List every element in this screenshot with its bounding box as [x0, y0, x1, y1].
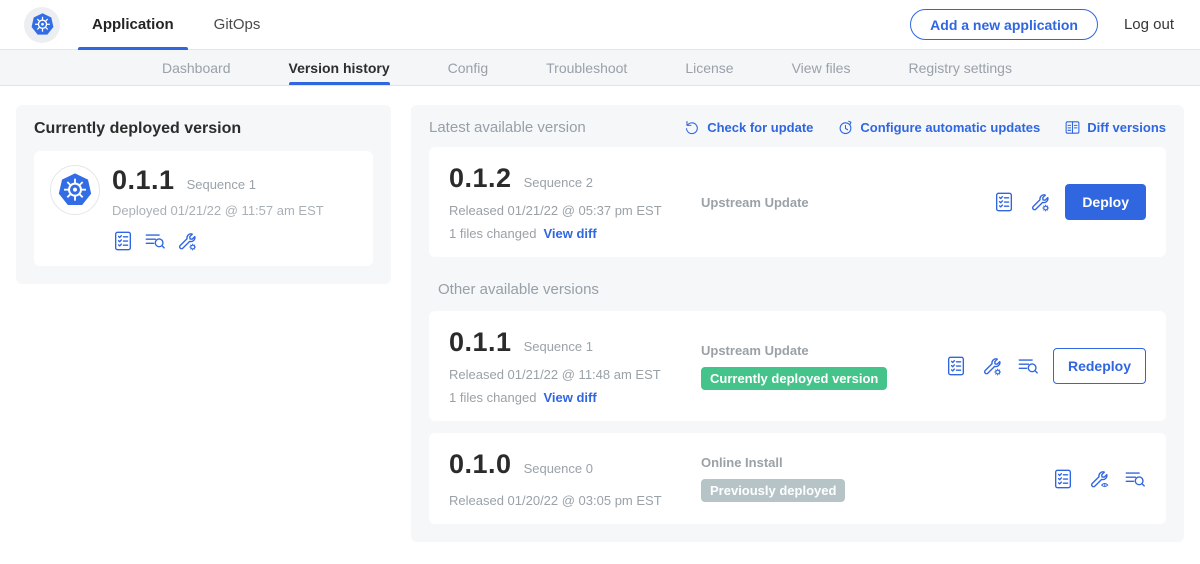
currently-deployed-card: Currently deployed version 0.1.1 Sequenc… [16, 105, 391, 284]
app-icon-badge [50, 165, 100, 215]
top-header: Application GitOps Add a new application… [0, 0, 1200, 50]
add-application-button[interactable]: Add a new application [910, 9, 1098, 40]
preflight-checks-icon[interactable] [112, 230, 134, 252]
version-number: 0.1.2 [449, 163, 512, 194]
other-versions-title: Other available versions [438, 281, 1166, 298]
deployed-version-number: 0.1.1 [112, 165, 175, 196]
edit-config-icon[interactable] [981, 355, 1003, 377]
tab-registry-settings[interactable]: Registry settings [908, 50, 1011, 85]
tab-application[interactable]: Application [92, 0, 174, 50]
check-for-update-link[interactable]: Check for update [684, 119, 813, 136]
view-config-icon[interactable] [1088, 468, 1110, 490]
tab-license[interactable]: License [685, 50, 733, 85]
redeploy-button[interactable]: Redeploy [1053, 348, 1146, 384]
latest-available-title: Latest available version [429, 119, 586, 136]
released-timestamp: Released 01/21/22 @ 11:48 am EST [449, 367, 701, 382]
preflight-checks-icon[interactable] [945, 355, 967, 377]
app-logo [24, 7, 60, 43]
version-number: 0.1.1 [449, 327, 512, 358]
currently-deployed-badge: Currently deployed version [701, 367, 887, 390]
app-subnav: Dashboard Version history Config Trouble… [0, 50, 1200, 86]
tab-config[interactable]: Config [448, 50, 488, 85]
available-actions: Check for update Configure automatic upd… [684, 119, 1166, 136]
edit-config-icon[interactable] [176, 230, 198, 252]
version-row-0-1-2: 0.1.2 Sequence 2 Released 01/21/22 @ 05:… [429, 147, 1166, 257]
main-content: Currently deployed version 0.1.1 Sequenc… [0, 86, 1200, 561]
kubernetes-logo-icon [29, 11, 56, 38]
kubernetes-logo-icon [55, 170, 95, 210]
deployed-timestamp: Deployed 01/21/22 @ 11:57 am EST [112, 203, 324, 218]
currently-deployed-title: Currently deployed version [34, 120, 373, 138]
version-actions [1052, 468, 1146, 490]
tab-gitops[interactable]: GitOps [214, 0, 261, 50]
edit-config-icon[interactable] [1029, 191, 1051, 213]
diff-versions-label: Diff versions [1087, 120, 1166, 135]
schedule-update-icon [837, 119, 854, 136]
configure-automatic-updates-label: Configure automatic updates [860, 120, 1040, 135]
source-label: Online Install [701, 455, 1052, 470]
version-source: Upstream Update Currently deployed versi… [701, 343, 945, 390]
version-info: 0.1.0 Sequence 0 Released 01/20/22 @ 03:… [449, 449, 701, 508]
deploy-logs-icon[interactable] [1017, 355, 1039, 377]
deployed-sequence-label: Sequence 1 [187, 177, 256, 192]
sequence-label: Sequence 1 [524, 339, 593, 354]
version-row-0-1-1: 0.1.1 Sequence 1 Released 01/21/22 @ 11:… [429, 311, 1166, 421]
configure-automatic-updates-link[interactable]: Configure automatic updates [837, 119, 1040, 136]
view-diff-link[interactable]: View diff [543, 226, 596, 241]
version-source: Upstream Update [701, 195, 993, 210]
preflight-checks-icon[interactable] [1052, 468, 1074, 490]
diff-icon [1064, 119, 1081, 136]
previously-deployed-badge: Previously deployed [701, 479, 845, 502]
version-source: Online Install Previously deployed [701, 455, 1052, 502]
refresh-icon [684, 119, 701, 136]
deploy-logs-icon[interactable] [1124, 468, 1146, 490]
released-timestamp: Released 01/20/22 @ 03:05 pm EST [449, 493, 701, 508]
deployed-version-info: 0.1.1 Sequence 1 Deployed 01/21/22 @ 11:… [112, 165, 324, 252]
deployed-version-card: 0.1.1 Sequence 1 Deployed 01/21/22 @ 11:… [34, 151, 373, 266]
source-label: Upstream Update [701, 343, 945, 358]
version-row-0-1-0: 0.1.0 Sequence 0 Released 01/20/22 @ 03:… [429, 433, 1166, 524]
diff-versions-link[interactable]: Diff versions [1064, 119, 1166, 136]
view-diff-link[interactable]: View diff [543, 390, 596, 405]
logout-button[interactable]: Log out [1124, 16, 1174, 33]
files-changed-label: 1 files changed [449, 226, 536, 241]
files-changed-label: 1 files changed [449, 390, 536, 405]
deploy-button[interactable]: Deploy [1065, 184, 1146, 220]
released-timestamp: Released 01/21/22 @ 05:37 pm EST [449, 203, 701, 218]
version-number: 0.1.0 [449, 449, 512, 480]
preflight-checks-icon[interactable] [993, 191, 1015, 213]
version-info: 0.1.1 Sequence 1 Released 01/21/22 @ 11:… [449, 327, 701, 405]
tab-version-history[interactable]: Version history [289, 50, 390, 85]
sequence-label: Sequence 2 [524, 175, 593, 190]
version-actions: Deploy [993, 184, 1146, 220]
available-versions-panel: Latest available version Check for updat… [411, 105, 1184, 542]
version-info: 0.1.2 Sequence 2 Released 01/21/22 @ 05:… [449, 163, 701, 241]
tab-dashboard[interactable]: Dashboard [162, 50, 231, 85]
check-for-update-label: Check for update [707, 120, 813, 135]
header-tabs: Application GitOps [92, 0, 260, 50]
tab-troubleshoot[interactable]: Troubleshoot [546, 50, 627, 85]
tab-view-files[interactable]: View files [792, 50, 851, 85]
available-header: Latest available version Check for updat… [429, 119, 1166, 136]
sequence-label: Sequence 0 [524, 461, 593, 476]
deploy-logs-icon[interactable] [144, 230, 166, 252]
version-actions: Redeploy [945, 348, 1146, 384]
source-label: Upstream Update [701, 195, 993, 210]
